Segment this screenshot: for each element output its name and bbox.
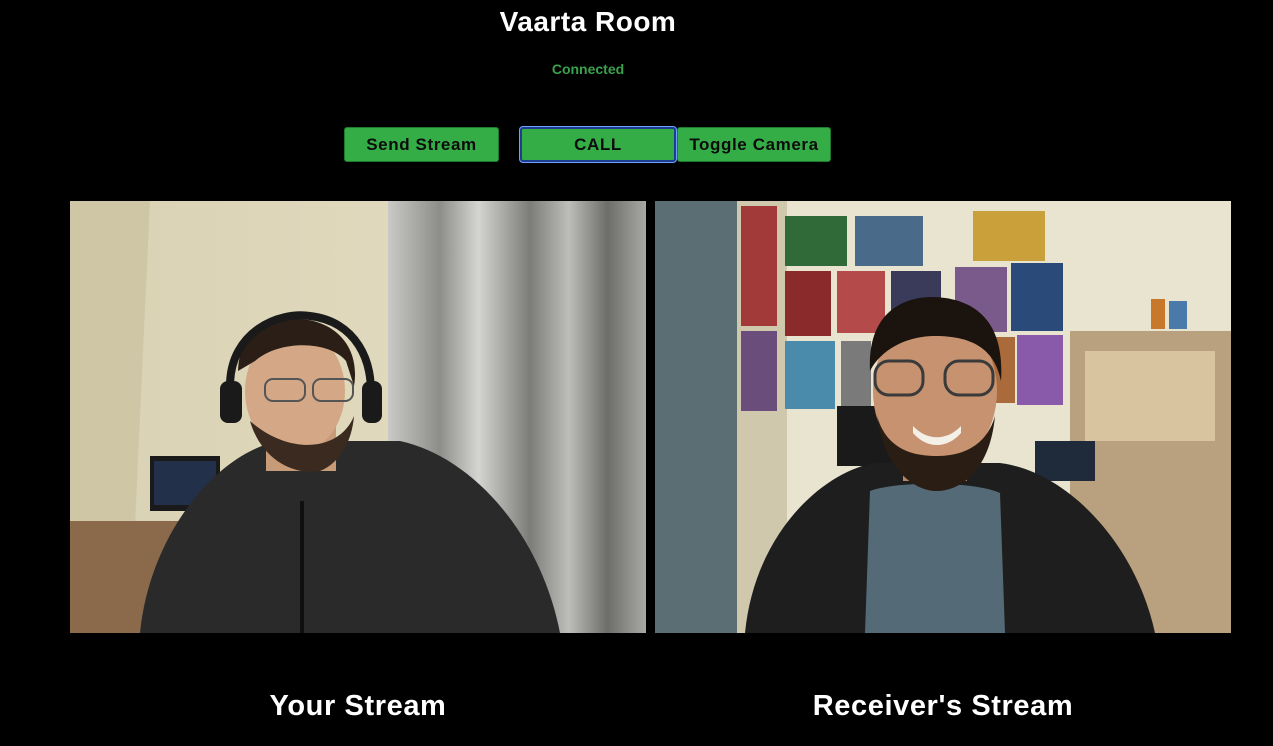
local-stream-caption: Your Stream [269, 690, 447, 722]
local-video-frame [70, 201, 646, 633]
connection-status: Connected [551, 61, 625, 77]
local-video-stream [70, 201, 646, 633]
remote-video-stream [655, 201, 1231, 633]
call-button[interactable]: CALL [520, 127, 676, 162]
send-stream-button[interactable]: Send Stream [344, 127, 499, 162]
toggle-camera-button[interactable]: Toggle Camera [677, 127, 831, 162]
vaarta-room-page: Vaarta Room Connected Send Stream CALL T… [0, 0, 1273, 746]
remote-video-frame [655, 201, 1231, 633]
remote-stream-caption: Receiver's Stream [812, 690, 1074, 722]
room-title: Vaarta Room [499, 6, 677, 37]
